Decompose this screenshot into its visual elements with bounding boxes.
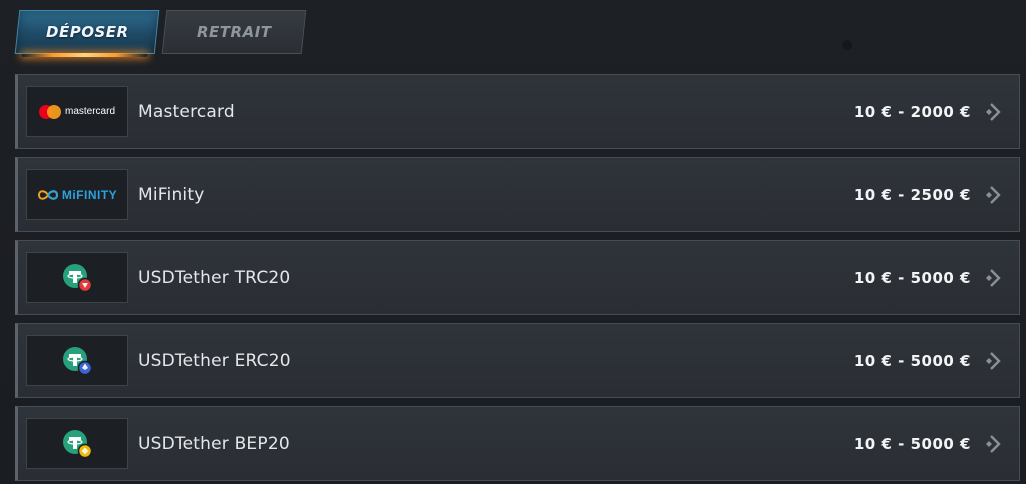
tab-bar: DÉPOSER RETRAIT <box>14 10 307 57</box>
mifinity-logo-text: MiFINITY <box>61 187 118 202</box>
deposit-panel: DÉPOSER RETRAIT mastercard Mastercard 10… <box>0 0 1026 484</box>
method-name: Mastercard <box>138 101 235 122</box>
tether-trc20-icon <box>63 263 93 292</box>
decorative-dot <box>842 40 852 50</box>
chevron-right-icon <box>986 352 1001 370</box>
tab-retrait-label: RETRAIT <box>196 23 272 41</box>
payment-method-usdt-trc20[interactable]: USDTether TRC20 10 € - 5000 € <box>15 240 1020 315</box>
tab-retrait[interactable]: RETRAIT <box>161 10 307 54</box>
method-name: USDTether BEP20 <box>138 433 290 454</box>
chevron-right-icon <box>986 435 1001 453</box>
method-name: USDTether TRC20 <box>138 267 291 288</box>
payment-logo <box>26 418 128 469</box>
mifinity-icon: MiFINITY <box>37 188 117 202</box>
method-name: MiFinity <box>138 184 205 205</box>
method-name: USDTether ERC20 <box>138 350 291 371</box>
payment-method-usdt-bep20[interactable]: USDTether BEP20 10 € - 5000 € <box>15 406 1020 481</box>
mastercard-logo-text: mastercard <box>64 106 115 117</box>
payment-logo <box>26 252 128 303</box>
tab-deposer[interactable]: DÉPOSER <box>14 10 160 57</box>
payment-logo: mastercard <box>26 86 128 137</box>
active-tab-indicator <box>21 53 148 57</box>
payment-method-list: mastercard Mastercard 10 € - 2000 € MiFI… <box>15 74 1020 481</box>
chevron-right-icon <box>986 186 1001 204</box>
payment-method-mastercard[interactable]: mastercard Mastercard 10 € - 2000 € <box>15 74 1020 149</box>
payment-method-mifinity[interactable]: MiFINITY MiFinity 10 € - 2500 € <box>15 157 1020 232</box>
chevron-right-icon <box>986 103 1001 121</box>
payment-logo: MiFINITY <box>26 169 128 220</box>
chevron-right-icon <box>986 269 1001 287</box>
mastercard-icon: mastercard <box>38 104 115 119</box>
method-range: 10 € - 5000 € <box>853 434 971 453</box>
method-range: 10 € - 2000 € <box>853 102 971 121</box>
payment-method-usdt-erc20[interactable]: USDTether ERC20 10 € - 5000 € <box>15 323 1020 398</box>
payment-logo <box>26 335 128 386</box>
tether-bep20-icon <box>63 429 93 458</box>
method-range: 10 € - 2500 € <box>853 185 971 204</box>
tab-deposer-label: DÉPOSER <box>45 23 129 41</box>
method-range: 10 € - 5000 € <box>853 351 971 370</box>
tether-erc20-icon <box>63 346 93 375</box>
method-range: 10 € - 5000 € <box>853 268 971 287</box>
